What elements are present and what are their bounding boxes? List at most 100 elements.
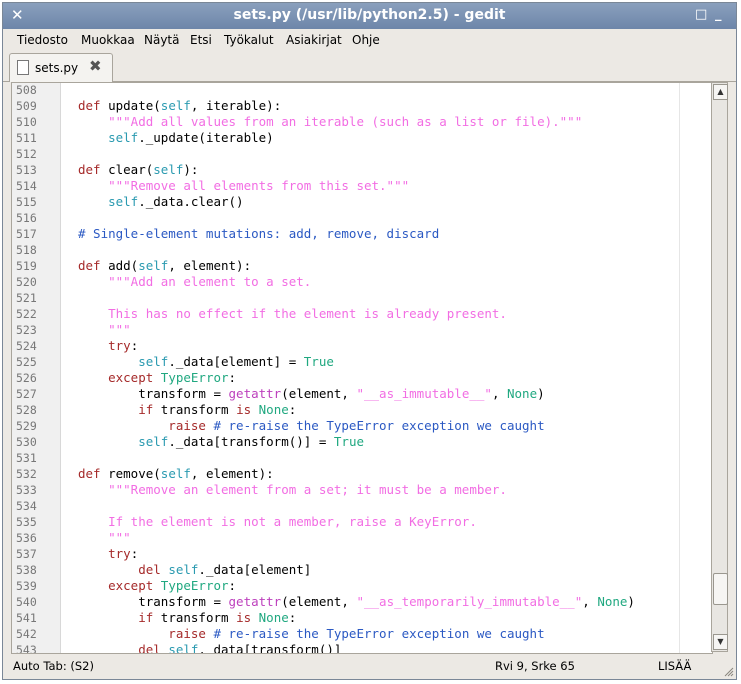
line-number: 527 [16,387,37,401]
tab-close-icon[interactable]: ✖ [89,57,102,75]
code-token: None [258,402,289,417]
code-line: 520 """Add an element to a set. [12,274,712,290]
code-line: 514 """Remove all elements from this set… [12,178,712,194]
code-token: raise [78,626,214,641]
code-token: TypeError [160,370,229,385]
code-token: try [78,338,131,353]
code-text: """ [78,322,131,338]
code-text: def add(self, element): [78,258,251,274]
tab-label: sets.py [35,61,79,75]
menu-asiakirjat[interactable]: Asiakirjat [286,33,342,47]
line-number: 537 [16,547,37,561]
code-editor[interactable]: 508 509 def update(self, iterable): 510 """… [11,82,713,654]
line-number: 515 [16,195,37,209]
code-line: 513 def clear(self): [12,162,712,178]
code-text: if transform is None: [78,610,296,626]
code-text: transform = getattr(element, "__as_immut… [78,386,544,402]
menu-tiedosto[interactable]: Tiedosto [17,33,68,47]
scrollbar-thumb[interactable] [713,573,728,605]
scroll-down-icon[interactable]: ▼ [713,634,728,650]
code-token: : [288,610,297,625]
code-token: ._data.clear() [138,194,244,209]
code-token: del [78,642,169,654]
code-token: "__as_temporarily_immutable__" [356,594,583,609]
code-token: raise [78,418,214,433]
code-token: self [168,642,199,654]
title-bar: ✕ sets.py (/usr/lib/python2.5) - gedit □… [3,3,736,29]
line-number: 519 [16,259,37,273]
code-text: raise # re-raise the TypeError exception… [78,626,545,642]
code-line: 539 except TypeError: [12,578,712,594]
line-number: 542 [16,627,37,641]
menu-ohje[interactable]: Ohje [352,33,380,47]
resize-grip-icon[interactable] [724,667,734,677]
code-token: ._update(iterable) [138,130,274,145]
status-insert-mode: LISÄÄ [658,659,692,673]
code-text: if transform is None: [78,402,296,418]
code-line: 540 transform = getattr(element, "__as_t… [12,594,712,610]
code-token: clear( [108,162,154,177]
code-token: # Single-element mutations: add, remove,… [78,226,440,241]
code-text: This has no effect if the element is alr… [78,306,507,322]
code-token: True [333,434,364,449]
code-line: 521 [12,290,712,306]
scroll-up-icon[interactable]: ▲ [713,84,728,100]
line-number: 517 [16,227,37,241]
code-text: """Remove an element from a set; it must… [78,482,507,498]
line-number: 511 [16,131,37,145]
menu-tyokalut[interactable]: Työkalut [224,33,274,47]
code-token: ._data[element] = [168,354,304,369]
line-number: 512 [16,147,37,161]
status-cursor-position: Rvi 9, Srke 65 [495,659,575,673]
code-token: ._data[transform()] [198,642,342,654]
line-number: 516 [16,211,37,225]
code-line: 510 """Add all values from an iterable (… [12,114,712,130]
code-text: """ [78,530,131,546]
line-number: 539 [16,579,37,593]
code-line: 531 [12,450,712,466]
code-token: If the element is not a member, raise a … [78,514,477,529]
code-token: , element): [190,466,274,481]
tab-sets-py[interactable]: sets.py ✖ [9,53,113,82]
menu-etsi[interactable]: Etsi [190,33,212,47]
code-token: """Add all values from an iterable (such… [78,114,583,129]
line-number: 530 [16,435,37,449]
code-text: def remove(self, element): [78,466,274,482]
code-text: def update(self, iterable): [78,98,281,114]
code-token: # re-raise the TypeError exception we ca… [213,626,545,641]
code-token: transform = [78,386,229,401]
code-token: def [78,98,109,113]
code-line: 519 def add(self, element): [12,258,712,274]
code-token: transform [160,610,237,625]
code-line: 517 # Single-element mutations: add, remo… [12,226,712,242]
code-token: ) [627,594,635,609]
vertical-scrollbar[interactable]: ▲ ▼ [711,82,728,652]
menu-nayta[interactable]: Näytä [144,33,180,47]
window-maximize-icon[interactable]: □ [695,7,707,22]
line-number: 509 [16,99,37,113]
code-token: del [78,562,169,577]
tab-bar: sets.py ✖ [3,51,736,82]
code-text: # Single-element mutations: add, remove,… [78,226,439,242]
code-text: transform = getattr(element, "__as_tempo… [78,594,635,610]
code-text: """Remove all elements from this set.""" [78,178,409,194]
status-autotab: Auto Tab: (S2) [13,659,94,673]
menu-muokkaa[interactable]: Muokkaa [81,33,135,47]
code-token: This has no effect if the element is alr… [78,306,507,321]
code-text: raise # re-raise the TypeError exception… [78,418,544,434]
code-token: if [78,402,161,417]
code-token: except [78,370,161,385]
code-line: 530 self._data[transform()] = True [12,434,712,450]
code-token: try [78,546,131,561]
code-token: : [288,402,297,417]
line-number: 531 [16,451,37,465]
code-token: self [78,130,139,145]
code-token: self [168,562,199,577]
code-token: def [78,162,109,177]
code-line: 516 [12,210,712,226]
code-line: 526 except TypeError: [12,370,712,386]
window-minimize-icon[interactable]: _ [715,7,722,22]
code-token: """Remove an element from a set; it must… [78,482,507,497]
code-text: self._data[transform()] = True [78,434,364,450]
code-token: self [138,258,169,273]
